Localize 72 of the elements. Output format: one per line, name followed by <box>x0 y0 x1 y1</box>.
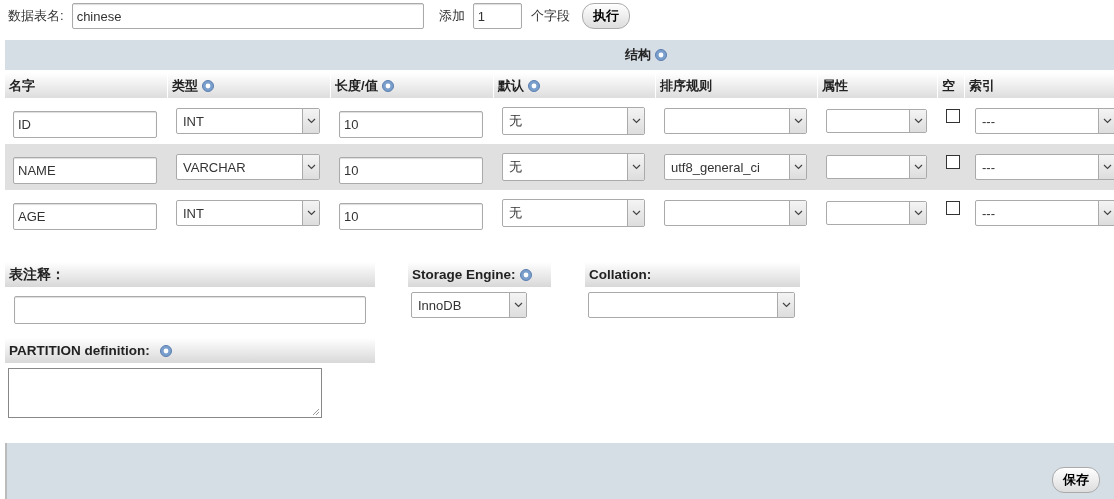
comment-header: 表注释： <box>5 262 375 287</box>
attributes-select[interactable] <box>826 109 927 133</box>
field-count-field[interactable]: 1 <box>472 3 522 29</box>
length-field[interactable]: 10 <box>339 202 483 230</box>
default-select[interactable]: 无 <box>502 107 645 135</box>
default-select[interactable]: 无 <box>502 199 645 227</box>
storage-engine-header: Storage Engine: <box>408 262 551 287</box>
execute-button[interactable]: 执行 <box>581 3 630 29</box>
partition-textarea[interactable] <box>8 368 322 418</box>
null-checkbox[interactable] <box>946 109 960 123</box>
default-select[interactable]: 无 <box>502 153 645 181</box>
help-icon[interactable] <box>381 79 394 92</box>
save-button[interactable]: 保存 <box>1052 467 1100 493</box>
index-select[interactable]: --- <box>975 200 1114 226</box>
length-field[interactable]: 10 <box>339 156 483 184</box>
column-header: 默认 <box>494 73 656 98</box>
attributes-select[interactable] <box>826 201 927 225</box>
type-select[interactable]: INT <box>176 108 320 134</box>
table-collation-select[interactable] <box>588 292 795 318</box>
help-icon[interactable] <box>202 79 214 92</box>
type-select[interactable]: VARCHAR <box>176 154 320 180</box>
column-header: 排序规则 <box>656 73 818 98</box>
help-icon[interactable] <box>159 344 172 357</box>
table-name-field[interactable]: chinese <box>71 3 424 29</box>
column-header: 属性 <box>818 73 938 98</box>
column-header: 类型 <box>168 73 331 98</box>
caret-icon <box>631 118 641 124</box>
collation-select[interactable] <box>664 200 807 226</box>
length-field[interactable]: 10 <box>339 110 483 138</box>
help-icon[interactable] <box>519 268 532 281</box>
null-checkbox[interactable] <box>946 155 960 169</box>
attributes-select[interactable] <box>826 155 927 179</box>
caret-icon <box>1102 210 1112 216</box>
caret-icon <box>631 210 641 216</box>
comment-field[interactable] <box>14 296 366 324</box>
caret-icon <box>793 210 803 216</box>
caret-icon <box>513 302 523 308</box>
storage-engine-select[interactable]: InnoDB <box>411 292 527 318</box>
type-select[interactable]: INT <box>176 200 320 226</box>
column-header: 空 <box>938 73 965 98</box>
help-icon[interactable] <box>528 79 540 92</box>
column-header: 索引 <box>965 73 1114 98</box>
add-label: 添加 <box>438 7 465 25</box>
collation-header: Collation: <box>585 262 800 287</box>
structure-title: 结构 <box>625 46 651 64</box>
fields-label: 个字段 <box>530 7 570 25</box>
caret-icon <box>1102 164 1112 170</box>
collation-select[interactable]: utf8_general_ci <box>664 154 807 180</box>
column-header: 名字 <box>5 73 168 98</box>
resize-grip-icon[interactable] <box>313 409 319 415</box>
caret-icon <box>306 164 316 170</box>
caret-icon <box>631 164 641 170</box>
collation-select[interactable] <box>664 108 807 134</box>
column-header: 长度/值 <box>331 73 494 98</box>
index-select[interactable]: --- <box>975 108 1114 134</box>
caret-icon <box>1102 118 1112 124</box>
caret-icon <box>913 210 923 216</box>
help-icon[interactable] <box>655 49 667 61</box>
partition-header: PARTITION definition: <box>5 338 375 363</box>
null-checkbox[interactable] <box>946 201 960 215</box>
caret-icon <box>781 302 791 308</box>
caret-icon <box>793 118 803 124</box>
caret-icon <box>913 164 923 170</box>
caret-icon <box>306 210 316 216</box>
caret-icon <box>306 118 316 124</box>
index-select[interactable]: --- <box>975 154 1114 180</box>
caret-icon <box>793 164 803 170</box>
name-field[interactable]: AGE <box>13 202 157 230</box>
table-name-label: 数据表名: <box>8 7 64 25</box>
name-field[interactable]: ID <box>13 110 157 138</box>
name-field[interactable]: NAME <box>13 156 157 184</box>
caret-icon <box>913 118 923 124</box>
